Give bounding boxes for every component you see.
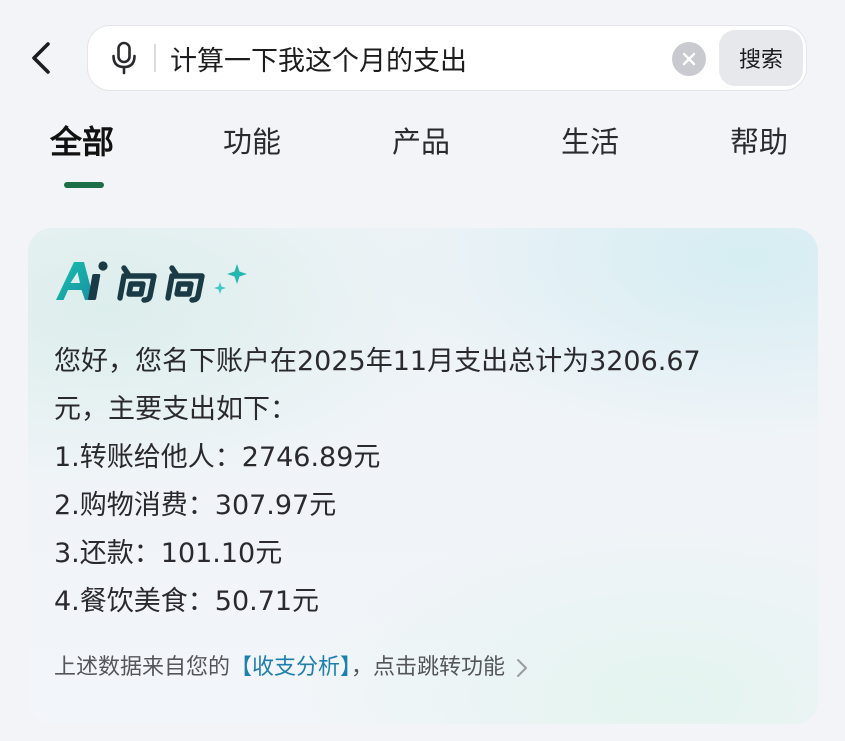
clear-search-button[interactable] xyxy=(672,42,706,76)
ai-answer-text: 您好，您名下账户在2025年11月支出总计为3206.67 元，主要支出如下： … xyxy=(54,338,794,626)
sparkle-icon xyxy=(214,264,247,294)
search-button[interactable]: 搜索 xyxy=(719,30,803,86)
expense-item-transfer: 1.转账给他人：2746.89元 xyxy=(54,442,381,473)
chevron-right-icon xyxy=(517,659,528,677)
source-suffix: ，点击跳转功能 xyxy=(351,655,506,680)
income-expense-analysis-link[interactable]: 【收支分析】 xyxy=(230,655,351,680)
search-header: 搜索 xyxy=(0,22,845,94)
expense-item-dining: 4.餐饮美食：50.71元 xyxy=(54,586,320,617)
voice-search-button[interactable] xyxy=(106,40,142,76)
search-divider xyxy=(154,44,156,72)
answer-line: 您好，您名下账户在2025年11月支出总计为3206.67 xyxy=(54,346,701,377)
search-results-page: 搜索 全部 功能 产品 生活 帮助 xyxy=(0,0,845,741)
ai-wenwen-logo xyxy=(56,261,247,303)
back-icon xyxy=(32,42,50,74)
tab-features[interactable]: 功能 xyxy=(223,118,281,166)
ai-answer-card: 您好，您名下账户在2025年11月支出总计为3206.67 元，主要支出如下： … xyxy=(28,228,818,724)
tab-products[interactable]: 产品 xyxy=(392,118,450,166)
answer-line: 元，主要支出如下： xyxy=(54,394,297,425)
tab-life[interactable]: 生活 xyxy=(561,118,619,166)
expense-item-repayment: 3.还款：101.10元 xyxy=(54,538,283,569)
tab-help[interactable]: 帮助 xyxy=(730,118,788,166)
data-source-note[interactable]: 上述数据来自您的【收支分析】，点击跳转功能 xyxy=(54,648,794,688)
back-button[interactable] xyxy=(22,36,62,80)
microphone-icon xyxy=(112,41,136,75)
tab-all[interactable]: 全部 xyxy=(50,118,114,166)
search-box: 搜索 xyxy=(88,26,806,90)
source-prefix: 上述数据来自您的 xyxy=(54,655,231,680)
search-input[interactable] xyxy=(170,36,660,80)
active-tab-indicator xyxy=(64,182,104,188)
expense-item-shopping: 2.购物消费：307.97元 xyxy=(54,490,337,521)
clear-icon xyxy=(682,52,696,66)
category-tabs: 全部 功能 产品 生活 帮助 xyxy=(0,118,845,198)
